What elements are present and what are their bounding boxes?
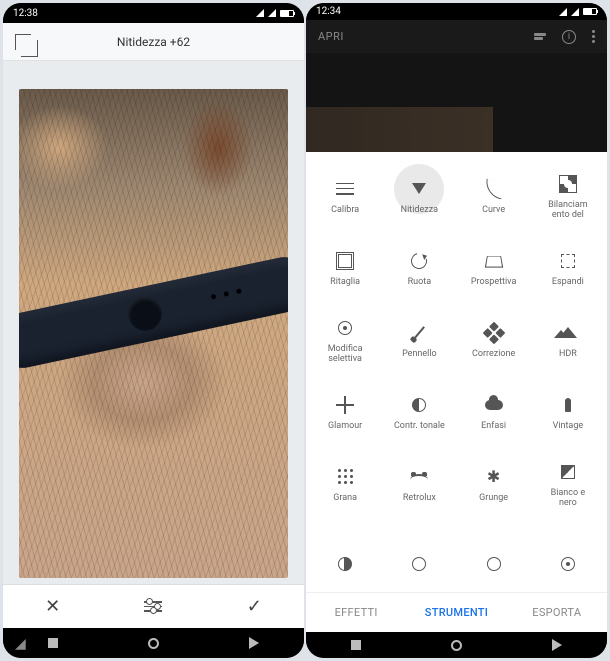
tonal-contrast-icon xyxy=(407,393,431,417)
tool-selettiva[interactable]: Modifica selettiva xyxy=(308,304,382,376)
tool-bilanciamento[interactable]: Bilanciam ento del xyxy=(531,160,605,232)
grunge-icon: ✱ xyxy=(482,465,506,489)
adjust-button[interactable] xyxy=(144,601,162,612)
details-icon xyxy=(407,177,431,201)
hdr-icon xyxy=(556,321,580,345)
cancel-button[interactable]: ✕ xyxy=(45,596,60,617)
open-button[interactable]: APRI xyxy=(318,30,344,43)
nav-home-icon[interactable] xyxy=(451,640,462,651)
selective-icon xyxy=(333,316,357,340)
bottom-tabs: EFFETTI STRUMENTI ESPORTA xyxy=(306,592,607,632)
glamour-icon xyxy=(333,393,357,417)
battery-icon xyxy=(280,10,294,17)
retrolux-icon xyxy=(407,465,431,489)
tool-glamour[interactable]: Glamour xyxy=(308,376,382,448)
perspective-icon xyxy=(482,249,506,273)
tab-effetti[interactable]: EFFETTI xyxy=(306,593,406,632)
headpose-icon xyxy=(482,552,506,576)
tool-noir[interactable]: Noir xyxy=(308,520,382,592)
compare-icon[interactable] xyxy=(15,34,31,50)
rotate-icon xyxy=(407,249,431,273)
bookmark-icon[interactable]: ◢ xyxy=(15,636,26,652)
tool-prospettiva[interactable]: Prospettiva xyxy=(457,232,531,304)
curves-icon xyxy=(482,177,506,201)
tool-espandi[interactable]: Espandi xyxy=(531,232,605,304)
preview-dimmed xyxy=(306,53,607,152)
drama-icon xyxy=(482,393,506,417)
layers-icon[interactable] xyxy=(534,33,546,40)
nav-recent-icon[interactable] xyxy=(351,640,361,650)
tools-panel: Calibra Nitidezza Curve Bilanciam ento d… xyxy=(306,152,607,632)
battery-icon xyxy=(583,8,597,15)
signal-icon xyxy=(268,9,276,17)
tool-ritaglia[interactable]: Ritaglia xyxy=(308,232,382,304)
signal-icon xyxy=(571,8,579,16)
noir-icon xyxy=(333,552,357,576)
tool-sfocatura[interactable]: Sfocatura xyxy=(531,520,605,592)
status-bar: 12:34 xyxy=(306,3,607,20)
confirm-button[interactable]: ✓ xyxy=(247,596,262,617)
tool-bianconero[interactable]: Bianco e nero xyxy=(531,448,605,520)
brush-icon xyxy=(407,321,431,345)
portrait-icon xyxy=(407,552,431,576)
tab-esporta[interactable]: ESPORTA xyxy=(507,593,607,632)
tool-nitidezza[interactable]: Nitidezza xyxy=(382,160,456,232)
android-navbar xyxy=(306,632,607,658)
white-balance-icon xyxy=(556,172,580,196)
tool-posatesta[interactable]: Posa testa xyxy=(457,520,531,592)
status-bar: 12:38 xyxy=(3,3,304,23)
tune-icon xyxy=(333,177,357,201)
phone-left: 12:38 Nitidezza +62 ◢ ✕ xyxy=(3,3,304,658)
tool-ritratto[interactable]: Ritratto xyxy=(382,520,456,592)
tool-correzione[interactable]: Correzione xyxy=(457,304,531,376)
nav-back-icon[interactable] xyxy=(552,639,562,651)
nav-recent-icon[interactable] xyxy=(48,638,58,648)
vintage-icon xyxy=(556,393,580,417)
tool-ruota[interactable]: Ruota xyxy=(382,232,456,304)
tool-pennello[interactable]: Pennello xyxy=(382,304,456,376)
photo-canvas xyxy=(19,89,288,578)
android-navbar xyxy=(3,628,304,658)
tab-strumenti[interactable]: STRUMENTI xyxy=(406,593,506,632)
more-icon[interactable] xyxy=(592,30,595,43)
clock: 12:38 xyxy=(13,8,38,19)
tool-curve[interactable]: Curve xyxy=(457,160,531,232)
grain-icon xyxy=(333,465,357,489)
phone-right: 12:34 APRI i Calibra Nitidezza xyxy=(306,3,607,658)
tool-calibra[interactable]: Calibra xyxy=(308,160,382,232)
signal-icon xyxy=(559,8,567,16)
edit-body: ◢ xyxy=(3,61,304,584)
tool-vintage[interactable]: Vintage xyxy=(531,376,605,448)
edit-header: Nitidezza +62 xyxy=(3,23,304,61)
healing-icon xyxy=(482,321,506,345)
tool-enfasi[interactable]: Enfasi xyxy=(457,376,531,448)
bw-icon xyxy=(556,460,580,484)
edit-footer: ✕ ✓ xyxy=(3,584,304,628)
tool-grunge[interactable]: ✱ Grunge xyxy=(457,448,531,520)
photo-preview[interactable] xyxy=(19,89,288,578)
nav-home-icon[interactable] xyxy=(148,638,159,649)
info-icon[interactable]: i xyxy=(562,30,576,44)
nav-back-icon[interactable] xyxy=(249,637,259,649)
tool-grana[interactable]: Grana xyxy=(308,448,382,520)
crop-icon xyxy=(333,249,357,273)
tool-contrasto-tonale[interactable]: Contr. tonale xyxy=(382,376,456,448)
tool-grid: Calibra Nitidezza Curve Bilanciam ento d… xyxy=(306,152,607,592)
app-header: APRI i xyxy=(306,20,607,53)
tool-retrolux[interactable]: Retrolux xyxy=(382,448,456,520)
adjustment-title: Nitidezza +62 xyxy=(43,35,264,49)
signal-icon xyxy=(256,9,264,17)
tool-hdr[interactable]: HDR xyxy=(531,304,605,376)
blur-icon xyxy=(556,552,580,576)
clock: 12:34 xyxy=(316,6,341,17)
expand-icon xyxy=(556,249,580,273)
